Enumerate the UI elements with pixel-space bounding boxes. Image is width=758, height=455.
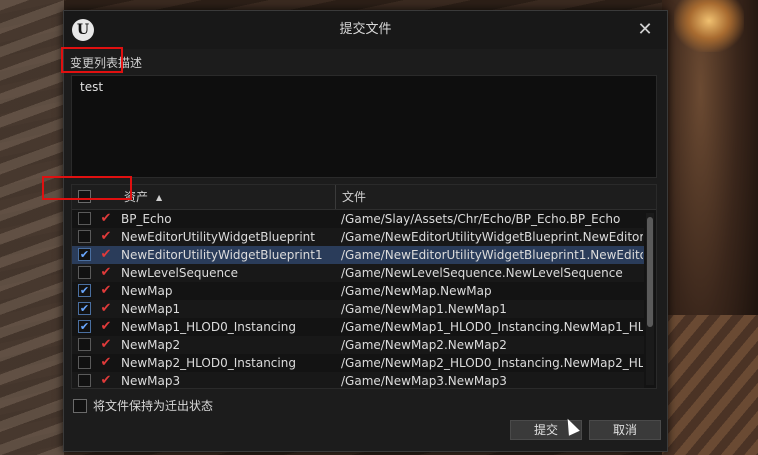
checked-out-status-icon: ✔: [100, 337, 112, 352]
row-asset-name: NewLevelSequence: [121, 266, 239, 280]
submit-files-dialog: U 提交文件 ✕ 变更列表描述 test 资产 ▲ 文件 ✔ BP_Echo/Gam…: [61, 10, 668, 452]
row-asset-name: NewMap1: [121, 302, 181, 316]
cancel-button[interactable]: 取消: [589, 420, 661, 440]
row-checkbox[interactable]: [78, 374, 91, 387]
row-asset-name: NewMap2_HLOD0_Instancing: [121, 356, 296, 370]
background-scene: [662, 0, 758, 455]
column-header-file[interactable]: 文件: [335, 185, 366, 209]
files-table: 资产 ▲ 文件 ✔ BP_Echo/Game/Slay/Assets/Chr/Ech…: [71, 184, 657, 389]
checked-out-status-icon: ✔: [100, 373, 112, 388]
row-checkbox[interactable]: [78, 338, 91, 351]
table-row[interactable]: ✔ NewMap2_HLOD0_Instancing/Game/NewMap2_H…: [72, 354, 644, 372]
table-scrollbar[interactable]: [646, 213, 654, 385]
table-row[interactable]: ✔ BP_Echo/Game/Slay/Assets/Chr/Echo/BP_Ec…: [72, 210, 644, 228]
row-file-path: /Game/Slay/Assets/Chr/Echo/BP_Echo.BP_Ec…: [341, 212, 621, 226]
checked-out-status-icon: ✔: [100, 355, 112, 370]
row-checkbox[interactable]: ✔: [78, 284, 91, 297]
row-asset-name: NewEditorUtilityWidgetBlueprint1: [121, 248, 323, 262]
row-checkbox[interactable]: ✔: [78, 248, 91, 261]
row-file-path: /Game/NewMap2.NewMap2: [341, 338, 507, 352]
row-checkbox[interactable]: ✔: [78, 320, 91, 333]
background-stairs: [0, 0, 64, 455]
checked-out-status-icon: ✔: [100, 211, 112, 226]
row-file-path: /Game/NewMap.NewMap: [341, 284, 492, 298]
table-row[interactable]: ✔ ✔ NewMap/Game/NewMap.NewMap: [72, 282, 644, 300]
highlight-box-asset-column: [42, 176, 132, 200]
highlight-box-description: [61, 47, 123, 73]
background-lamp: [674, 0, 744, 52]
background-floor: [662, 315, 758, 455]
table-row[interactable]: ✔ ✔ NewEditorUtilityWidgetBlueprint1/Game/…: [72, 246, 644, 264]
dialog-titlebar: U 提交文件 ✕: [64, 11, 667, 49]
changelist-description-input[interactable]: test: [71, 75, 657, 178]
row-file-path: /Game/NewMap2_HLOD0_Instancing.NewMap2_H…: [341, 356, 643, 370]
checked-out-status-icon: ✔: [100, 283, 112, 298]
row-asset-name: NewMap: [121, 284, 173, 298]
row-asset-name: NewMap3: [121, 374, 181, 388]
row-checkbox[interactable]: [78, 230, 91, 243]
sort-ascending-icon: ▲: [156, 193, 163, 202]
row-file-path: /Game/NewMap1.NewMap1: [341, 302, 507, 316]
scrollbar-thumb[interactable]: [647, 217, 653, 327]
row-checkbox[interactable]: [78, 212, 91, 225]
table-rows: ✔ BP_Echo/Game/Slay/Assets/Chr/Echo/BP_Ec…: [72, 210, 644, 388]
row-file-path: /Game/NewLevelSequence.NewLevelSequence: [341, 266, 623, 280]
checked-out-status-icon: ✔: [100, 301, 112, 316]
table-row[interactable]: ✔ ✔ NewMap1/Game/NewMap1.NewMap1: [72, 300, 644, 318]
dialog-title: 提交文件: [339, 22, 392, 37]
table-row[interactable]: ✔ ✔ NewMap1_HLOD0_Instancing/Game/NewMap1_…: [72, 318, 644, 336]
checked-out-status-icon: ✔: [100, 229, 112, 244]
row-asset-name: NewMap2: [121, 338, 181, 352]
table-row[interactable]: ✔ NewMap2/Game/NewMap2.NewMap2: [72, 336, 644, 354]
row-file-path: /Game/NewMap3.NewMap3: [341, 374, 507, 388]
row-asset-name: NewMap1_HLOD0_Instancing: [121, 320, 296, 334]
table-row[interactable]: ✔ NewMap3/Game/NewMap3.NewMap3: [72, 372, 644, 388]
row-file-path: /Game/NewEditorUtilityWidgetBlueprint1.N…: [341, 248, 643, 262]
row-checkbox[interactable]: ✔: [78, 302, 91, 315]
checked-out-status-icon: ✔: [100, 265, 112, 280]
row-file-path: /Game/NewEditorUtilityWidgetBlueprint.Ne…: [341, 230, 643, 244]
close-button[interactable]: ✕: [635, 20, 655, 40]
checked-out-status-icon: ✔: [100, 247, 112, 262]
keep-checked-out-checkbox[interactable]: [73, 399, 87, 413]
row-file-path: /Game/NewMap1_HLOD0_Instancing.NewMap1_H…: [341, 320, 643, 334]
table-header: 资产 ▲ 文件: [72, 185, 656, 210]
row-asset-name: NewEditorUtilityWidgetBlueprint: [121, 230, 315, 244]
checked-out-status-icon: ✔: [100, 319, 112, 334]
keep-checked-out-label: 将文件保持为迁出状态: [93, 399, 214, 413]
row-asset-name: BP_Echo: [121, 212, 172, 226]
table-row[interactable]: ✔ NewLevelSequence/Game/NewLevelSequence.…: [72, 264, 644, 282]
row-checkbox[interactable]: [78, 356, 91, 369]
row-checkbox[interactable]: [78, 266, 91, 279]
table-row[interactable]: ✔ NewEditorUtilityWidgetBlueprint/Game/Ne…: [72, 228, 644, 246]
